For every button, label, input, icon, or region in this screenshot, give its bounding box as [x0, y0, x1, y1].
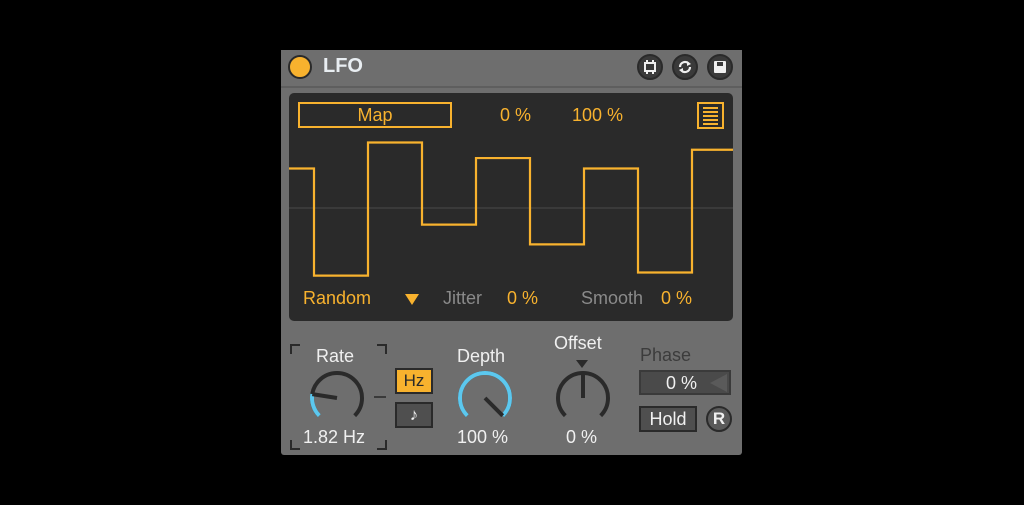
retrigger-button[interactable]: R: [706, 406, 732, 432]
rate-connector: [374, 396, 386, 398]
save-icon: [714, 61, 726, 73]
lfo-device: LFO Map 0 % 100 % Random Jitter 0 % Smoo…: [281, 50, 742, 455]
smooth-value[interactable]: 0 %: [661, 288, 692, 309]
waveform-line: [289, 141, 733, 277]
hot-swap-icon: [644, 60, 656, 74]
refresh-button[interactable]: [672, 54, 698, 80]
offset-label: Offset: [554, 333, 602, 353]
phase-arrow-icon: [710, 374, 727, 392]
rate-bracket: [377, 344, 387, 354]
offset-value[interactable]: 0 %: [566, 427, 597, 448]
waveform-display: [289, 141, 733, 277]
rate-bracket: [290, 344, 300, 354]
rate-knob[interactable]: [307, 368, 367, 428]
rate-bracket: [377, 440, 387, 450]
smooth-label: Smooth: [581, 288, 644, 308]
depth-knob[interactable]: [455, 368, 515, 428]
device-power-button[interactable]: [288, 55, 312, 79]
rate-label: Rate: [316, 346, 355, 366]
phase-label: Phase: [640, 345, 692, 365]
hz-button[interactable]: Hz: [395, 368, 433, 394]
knob-pointer: [311, 392, 338, 400]
phase-slider[interactable]: 0 %: [639, 370, 731, 395]
shape-row: Random Jitter 0 % Smooth 0 %: [289, 288, 733, 312]
offset-center-marker: [576, 360, 588, 368]
depth-label: Depth: [457, 346, 506, 366]
knob-value-arc: [458, 371, 512, 418]
jitter-value[interactable]: 0 %: [507, 288, 538, 309]
lfo-display: Map 0 % 100 % Random Jitter 0 % Smooth 0…: [289, 93, 733, 321]
knob-value-arc: [310, 393, 321, 418]
jitter-label: Jitter: [443, 288, 483, 308]
rate-value[interactable]: 1.82 Hz: [303, 427, 365, 448]
rate-bracket: [290, 440, 300, 450]
knob-pointer: [483, 396, 505, 418]
device-titlebar: LFO: [281, 50, 742, 88]
note-icon: ♪: [409, 405, 419, 424]
depth-value[interactable]: 100 %: [457, 427, 508, 448]
sync-button[interactable]: ♪: [395, 402, 433, 428]
shape-selector[interactable]: Random: [303, 288, 371, 309]
save-preset-button[interactable]: [707, 54, 733, 80]
offset-knob[interactable]: [553, 368, 613, 428]
device-title: LFO: [323, 55, 363, 77]
hot-swap-button[interactable]: [637, 54, 663, 80]
chevron-down-icon[interactable]: [405, 294, 419, 305]
refresh-icon: [678, 60, 692, 74]
phase-value: 0 %: [666, 373, 698, 393]
hold-button[interactable]: Hold: [639, 406, 697, 432]
